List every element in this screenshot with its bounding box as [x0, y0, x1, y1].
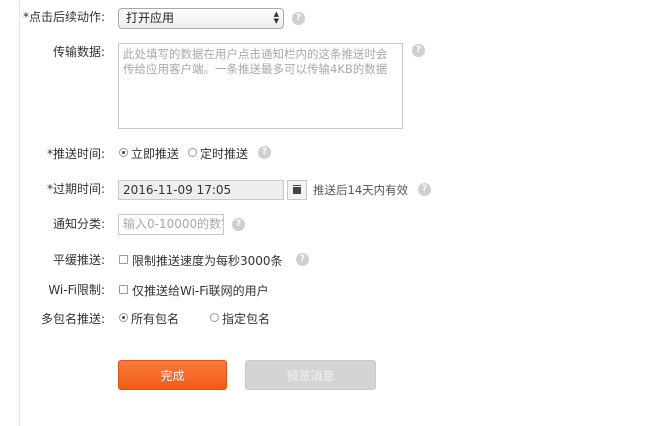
send-now-label[interactable]: 立即推送 — [131, 145, 179, 162]
calendar-icon — [293, 185, 301, 186]
throttle-checkbox[interactable] — [119, 255, 128, 264]
expire-time-label: *过期时间: — [46, 182, 105, 196]
expire-hint: 推送后14天内有效 — [313, 183, 409, 197]
payload-textarea[interactable]: 此处填写的数据在用户点击通知栏内的这条推送时会传给应用客户端。一条推送最多可以传… — [118, 43, 403, 129]
packages-label: 多包名推送: — [40, 312, 105, 326]
throttle-label: 平缓推送: — [52, 253, 105, 267]
specific-packages-label[interactable]: 指定包名 — [222, 310, 270, 327]
wifi-option-label[interactable]: 仅推送给Wi-Fi联网的用户 — [132, 282, 269, 299]
payload-label: 传输数据: — [52, 45, 105, 59]
radio-send-scheduled[interactable] — [188, 148, 197, 157]
help-icon-send-time[interactable]: ? — [258, 146, 271, 159]
calendar-icon-body — [293, 187, 301, 194]
help-icon-click-action[interactable]: ? — [292, 12, 305, 25]
select-arrows-icon: ▲ ▼ — [274, 11, 279, 25]
radio-all-packages[interactable] — [119, 313, 128, 322]
send-time-label: *推送时间: — [46, 147, 105, 161]
wifi-checkbox[interactable] — [119, 285, 128, 294]
click-action-selected: 打开应用 — [126, 11, 175, 25]
category-input[interactable]: 输入0-10000的数字 — [118, 214, 224, 235]
help-icon-payload[interactable]: ? — [412, 44, 425, 57]
submit-button[interactable]: 完成 — [118, 360, 227, 390]
help-icon-category[interactable]: ? — [232, 218, 245, 231]
calendar-button[interactable] — [287, 180, 307, 200]
click-action-label: *点击后续动作: — [22, 10, 105, 24]
chevron-down-icon: ▼ — [273, 17, 279, 25]
send-scheduled-label[interactable]: 定时推送 — [200, 145, 248, 162]
help-icon-expire-time[interactable]: ? — [418, 183, 431, 196]
help-icon-throttle[interactable]: ? — [296, 253, 309, 266]
category-label: 通知分类: — [52, 217, 105, 231]
wifi-label: Wi-Fi限制: — [48, 283, 105, 297]
left-divider — [19, 0, 20, 426]
radio-send-now[interactable] — [119, 148, 128, 157]
preview-button[interactable]: 预览消息 — [245, 360, 376, 390]
expire-time-input[interactable]: 2016-11-09 17:05 — [118, 180, 284, 200]
click-action-select[interactable]: 打开应用 ▲ ▼ — [118, 8, 284, 29]
all-packages-label[interactable]: 所有包名 — [131, 310, 179, 327]
radio-specific-packages[interactable] — [210, 313, 219, 322]
throttle-option-label[interactable]: 限制推送速度为每秒3000条 — [132, 252, 283, 269]
